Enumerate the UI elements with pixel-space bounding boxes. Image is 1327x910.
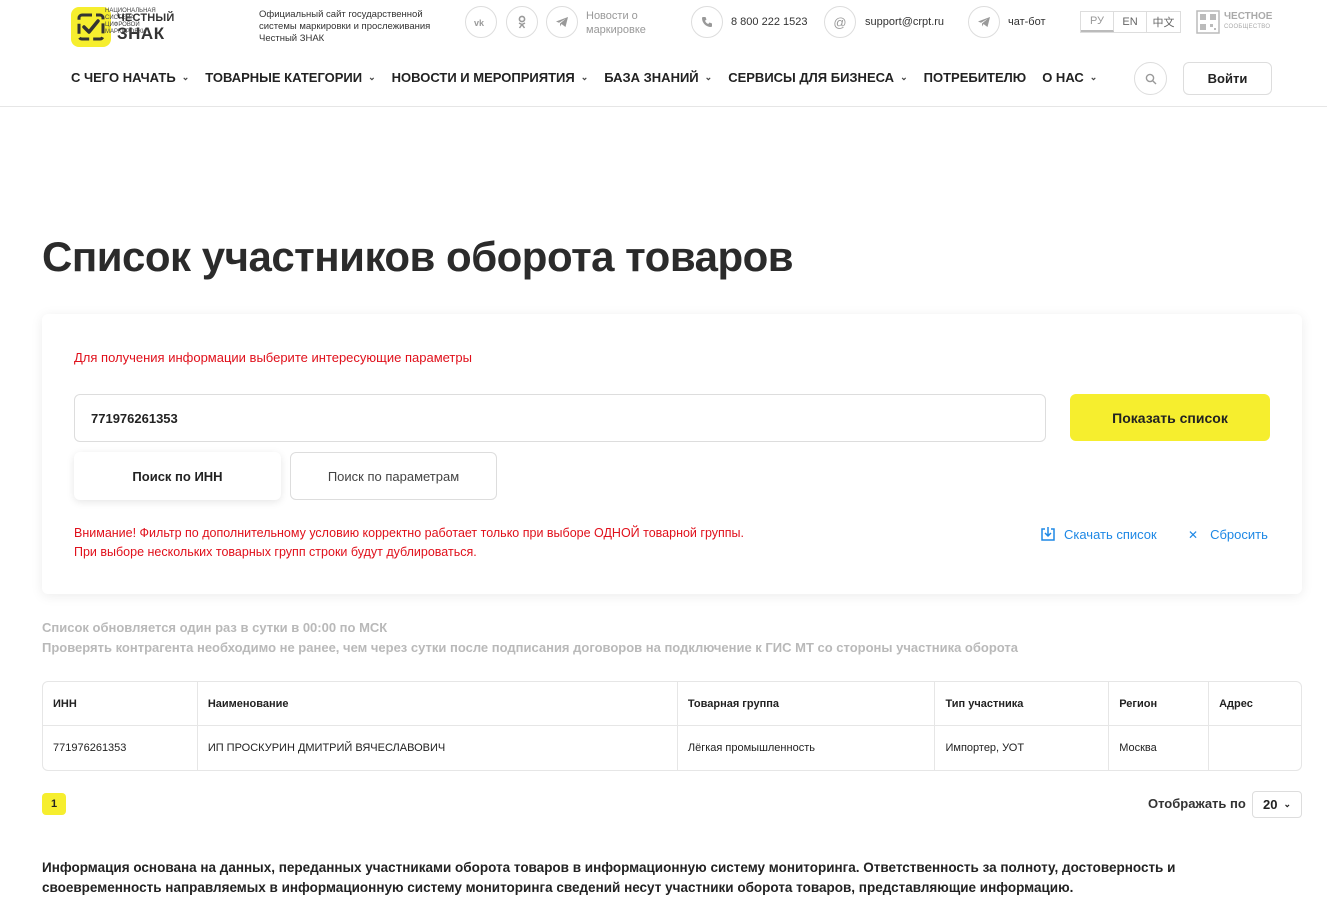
per-page-select[interactable]: 20 ⌄ — [1252, 791, 1302, 818]
nav-label: ПОТРЕБИТЕЛЮ — [923, 70, 1027, 85]
close-icon: ✕ — [1188, 527, 1199, 542]
support-email[interactable]: support@crpt.ru — [865, 16, 944, 28]
per-page-value: 20 — [1262, 797, 1278, 812]
cell-region: Москва — [1109, 726, 1210, 770]
nav-item-categories[interactable]: ТОВАРНЫЕ КАТЕГОРИИ ⌄ — [205, 70, 375, 85]
cell-name: ИП ПРОСКУРИН ДМИТРИЙ ВЯЧЕСЛАВОВИЧ — [198, 726, 678, 770]
phone-number[interactable]: 8 800 222 1523 — [731, 16, 807, 28]
nav-item-about[interactable]: О НАС ⌄ — [1042, 70, 1097, 85]
telegram-icon[interactable] — [546, 6, 578, 38]
warning-line-2: При выборе нескольких товарных групп стр… — [74, 545, 477, 559]
lang-zh[interactable]: 中文 — [1147, 12, 1180, 32]
page-title: Список участников оборота товаров — [42, 233, 794, 280]
lang-en[interactable]: EN — [1114, 12, 1147, 32]
nav-item-services[interactable]: СЕРВИСЫ ДЛЯ БИЗНЕСА ⌄ — [728, 70, 907, 85]
nav-label: О НАС — [1042, 70, 1084, 85]
top-bar: ЧЕСТНЫЙ ЗНАК НАЦИОНАЛЬНАЯ СИСТЕМА ЦИФРОВ… — [0, 0, 1327, 47]
cell-product-group: Лёгкая промышленность — [678, 726, 936, 770]
lang-ru[interactable]: РУ — [1081, 12, 1114, 32]
vk-glyph: vk — [474, 18, 485, 27]
filter-card: Для получения информации выберите интере… — [42, 314, 1302, 594]
download-label: Скачать список — [1064, 526, 1157, 542]
reset-link[interactable]: ✕ Сбросить — [1188, 527, 1268, 542]
nav-label: БАЗА ЗНАНИЙ — [604, 70, 699, 85]
tab-search-by-inn[interactable]: Поиск по ИНН — [74, 452, 281, 500]
chatbot-telegram-icon[interactable] — [968, 6, 1000, 38]
community-subtitle: СООБЩЕСТВО — [1224, 24, 1271, 30]
nav-item-knowledge[interactable]: БАЗА ЗНАНИЙ ⌄ — [604, 70, 712, 85]
main-nav: С ЧЕГО НАЧАТЬ ⌄ ТОВАРНЫЕ КАТЕГОРИИ ⌄ НОВОС… — [71, 70, 1113, 85]
per-page-label: Отображать по — [1148, 796, 1246, 811]
column-header-product-group: Товарная группа — [677, 682, 936, 726]
inn-input[interactable] — [74, 394, 1046, 442]
chevron-down-icon: ⌄ — [181, 72, 190, 82]
nav-item-news[interactable]: НОВОСТИ И МЕРОПРИЯТИЯ ⌄ — [392, 70, 589, 85]
community-link[interactable]: ЧЕСТНОЕ СООБЩЕСТВО — [1196, 10, 1272, 34]
filter-hint: Для получения информации выберите интере… — [74, 350, 472, 365]
table-row: 771976261353 ИП ПРОСКУРИН ДМИТРИЙ ВЯЧЕСЛ… — [43, 726, 1301, 770]
column-header-region: Регион — [1109, 682, 1210, 726]
search-button[interactable] — [1134, 62, 1167, 95]
cell-participant-type: Импортер, УОТ — [935, 726, 1110, 770]
disclaimer-text: Информация основана на данных, переданны… — [42, 860, 1176, 895]
warning-line-1: Внимание! Фильтр по дополнительному усло… — [74, 526, 745, 540]
nav-label: СЕРВИСЫ ДЛЯ БИЗНЕСА — [728, 70, 895, 85]
login-button[interactable]: Войти — [1183, 62, 1272, 95]
participants-table: ИНН Наименование Товарная группа Тип уча… — [42, 681, 1302, 771]
news-link[interactable]: Новости о маркировке — [586, 9, 666, 37]
column-header-name: Наименование — [197, 682, 678, 726]
note-line-1: Список обновляется один раз в сутки в 00… — [42, 620, 388, 635]
nav-item-start[interactable]: С ЧЕГО НАЧАТЬ ⌄ — [71, 70, 189, 85]
logo-subtitle: НАЦИОНАЛЬНАЯ СИСТЕМА ЦИФРОВОЙ МАРКИРОВКИ — [105, 8, 156, 35]
email-icon[interactable]: @ — [824, 6, 856, 38]
column-header-inn: ИНН — [43, 682, 198, 726]
reset-label: Сбросить — [1210, 527, 1268, 542]
nav-label: С ЧЕГО НАЧАТЬ — [71, 70, 176, 85]
header-divider — [0, 106, 1327, 107]
show-list-button[interactable]: Показать список — [1070, 394, 1270, 441]
cell-inn: 771976261353 — [43, 726, 198, 770]
chevron-down-icon: ⌄ — [1089, 72, 1098, 82]
chevron-down-icon: ⌄ — [704, 72, 713, 82]
download-icon — [1041, 527, 1055, 541]
search-icon — [1145, 73, 1156, 84]
cell-address — [1209, 726, 1301, 770]
site-description: Официальный сайт государственной системы… — [259, 9, 431, 44]
column-header-address: Адрес — [1209, 682, 1301, 726]
nav-label: ТОВАРНЫЕ КАТЕГОРИИ — [205, 70, 363, 85]
community-qr-icon — [1196, 10, 1220, 34]
vk-icon[interactable]: vk — [465, 6, 497, 38]
update-notes: Список обновляется один раз в сутки в 00… — [42, 618, 1018, 658]
column-header-participant-type: Тип участника — [935, 682, 1110, 726]
table-header-row: ИНН Наименование Товарная группа Тип уча… — [43, 682, 1301, 726]
chevron-down-icon: ⌄ — [900, 72, 908, 82]
note-line-2: Проверять контрагента необходимо не ране… — [42, 640, 1018, 655]
tab-search-by-params[interactable]: Поиск по параметрам — [290, 452, 497, 500]
language-switcher: РУ EN 中文 — [1080, 11, 1181, 33]
chevron-down-icon: ⌄ — [580, 72, 589, 82]
chevron-down-icon: ⌄ — [368, 72, 376, 82]
chatbot-link[interactable]: чат-бот — [1008, 16, 1046, 28]
ok-icon[interactable] — [506, 6, 538, 38]
filter-warning: Внимание! Фильтр по дополнительному усло… — [74, 524, 744, 562]
phone-icon[interactable] — [691, 6, 723, 38]
chevron-down-icon: ⌄ — [1283, 799, 1291, 809]
community-title: ЧЕСТНОЕ — [1224, 11, 1273, 22]
nav-label: НОВОСТИ И МЕРОПРИЯТИЯ — [391, 70, 575, 85]
nav-item-consumer[interactable]: ПОТРЕБИТЕЛЮ — [924, 70, 1027, 85]
download-list-link[interactable]: Скачать список — [1040, 526, 1157, 542]
pagination-page-1[interactable]: 1 — [42, 793, 66, 815]
